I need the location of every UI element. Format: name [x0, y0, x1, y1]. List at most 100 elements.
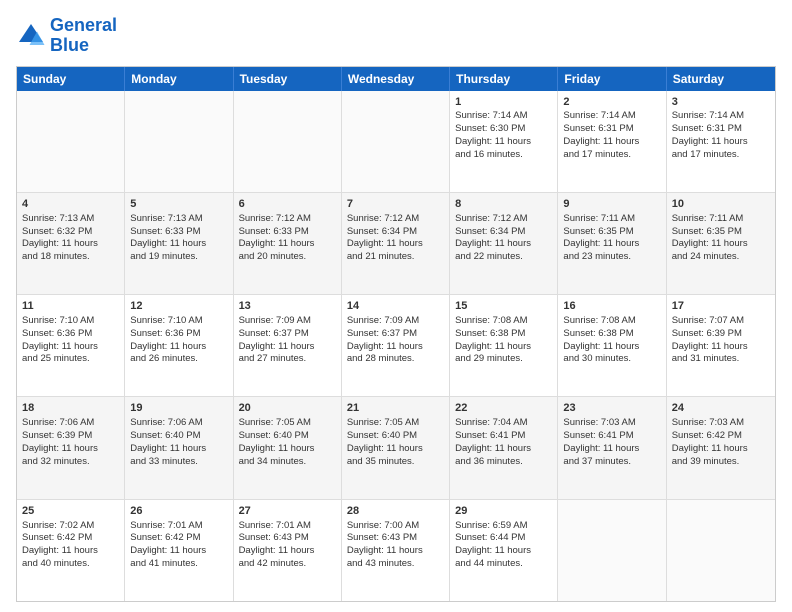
- day-info-line: Sunset: 6:38 PM: [563, 328, 660, 341]
- day-info-line: Sunset: 6:42 PM: [22, 532, 119, 545]
- day-number: 17: [672, 299, 770, 314]
- day-info-line: and 26 minutes.: [130, 353, 227, 366]
- day-info-line: Daylight: 11 hours: [239, 238, 336, 251]
- day-number: 28: [347, 504, 444, 519]
- day-info-line: Sunrise: 7:14 AM: [455, 110, 552, 123]
- day-info-line: Sunrise: 7:12 AM: [347, 213, 444, 226]
- day-info-line: and 28 minutes.: [347, 353, 444, 366]
- calendar-day-cell: 27Sunrise: 7:01 AMSunset: 6:43 PMDayligh…: [234, 500, 342, 601]
- day-info-line: Sunrise: 7:09 AM: [239, 315, 336, 328]
- day-info-line: Daylight: 11 hours: [563, 341, 660, 354]
- calendar-day-cell: 16Sunrise: 7:08 AMSunset: 6:38 PMDayligh…: [558, 295, 666, 396]
- day-info-line: Sunrise: 7:12 AM: [239, 213, 336, 226]
- day-info-line: and 30 minutes.: [563, 353, 660, 366]
- weekday-header: Wednesday: [342, 67, 450, 91]
- weekday-header: Thursday: [450, 67, 558, 91]
- day-info-line: and 25 minutes.: [22, 353, 119, 366]
- day-info-line: and 41 minutes.: [130, 558, 227, 571]
- day-info-line: and 24 minutes.: [672, 251, 770, 264]
- day-info-line: Sunrise: 7:14 AM: [563, 110, 660, 123]
- calendar-day-cell: 20Sunrise: 7:05 AMSunset: 6:40 PMDayligh…: [234, 397, 342, 498]
- day-info-line: Daylight: 11 hours: [22, 238, 119, 251]
- calendar-day-cell: 21Sunrise: 7:05 AMSunset: 6:40 PMDayligh…: [342, 397, 450, 498]
- day-number: 2: [563, 95, 660, 110]
- day-info-line: and 36 minutes.: [455, 456, 552, 469]
- day-info-line: Sunrise: 7:01 AM: [239, 520, 336, 533]
- day-number: 7: [347, 197, 444, 212]
- day-number: 9: [563, 197, 660, 212]
- day-info-line: and 44 minutes.: [455, 558, 552, 571]
- day-info-line: and 23 minutes.: [563, 251, 660, 264]
- day-number: 6: [239, 197, 336, 212]
- day-info-line: and 20 minutes.: [239, 251, 336, 264]
- day-number: 11: [22, 299, 119, 314]
- day-info-line: Sunset: 6:37 PM: [239, 328, 336, 341]
- day-info-line: Sunrise: 7:11 AM: [672, 213, 770, 226]
- day-info-line: and 27 minutes.: [239, 353, 336, 366]
- day-info-line: and 42 minutes.: [239, 558, 336, 571]
- day-info-line: Sunset: 6:39 PM: [22, 430, 119, 443]
- day-number: 14: [347, 299, 444, 314]
- calendar-day-cell: 5Sunrise: 7:13 AMSunset: 6:33 PMDaylight…: [125, 193, 233, 294]
- calendar-day-cell: 14Sunrise: 7:09 AMSunset: 6:37 PMDayligh…: [342, 295, 450, 396]
- day-info-line: Sunrise: 7:08 AM: [563, 315, 660, 328]
- day-info-line: Daylight: 11 hours: [130, 341, 227, 354]
- calendar-day-cell: 12Sunrise: 7:10 AMSunset: 6:36 PMDayligh…: [125, 295, 233, 396]
- day-info-line: Daylight: 11 hours: [455, 341, 552, 354]
- day-info-line: Sunrise: 7:05 AM: [347, 417, 444, 430]
- calendar-day-cell: 25Sunrise: 7:02 AMSunset: 6:42 PMDayligh…: [17, 500, 125, 601]
- weekday-header: Tuesday: [234, 67, 342, 91]
- day-number: 29: [455, 504, 552, 519]
- day-number: 1: [455, 95, 552, 110]
- day-info-line: Sunset: 6:38 PM: [455, 328, 552, 341]
- day-info-line: Sunrise: 7:05 AM: [239, 417, 336, 430]
- day-info-line: Sunset: 6:35 PM: [563, 226, 660, 239]
- day-info-line: and 22 minutes.: [455, 251, 552, 264]
- header: General Blue: [16, 16, 776, 56]
- calendar-empty-cell: [17, 91, 125, 192]
- day-info-line: Sunrise: 7:02 AM: [22, 520, 119, 533]
- day-info-line: Sunrise: 7:04 AM: [455, 417, 552, 430]
- calendar-day-cell: 23Sunrise: 7:03 AMSunset: 6:41 PMDayligh…: [558, 397, 666, 498]
- day-info-line: Sunrise: 7:00 AM: [347, 520, 444, 533]
- calendar-week-row: 18Sunrise: 7:06 AMSunset: 6:39 PMDayligh…: [17, 397, 775, 499]
- calendar-day-cell: 4Sunrise: 7:13 AMSunset: 6:32 PMDaylight…: [17, 193, 125, 294]
- calendar-empty-cell: [234, 91, 342, 192]
- calendar-day-cell: 19Sunrise: 7:06 AMSunset: 6:40 PMDayligh…: [125, 397, 233, 498]
- calendar-day-cell: 1Sunrise: 7:14 AMSunset: 6:30 PMDaylight…: [450, 91, 558, 192]
- calendar-empty-cell: [342, 91, 450, 192]
- day-info-line: Sunset: 6:44 PM: [455, 532, 552, 545]
- day-info-line: and 40 minutes.: [22, 558, 119, 571]
- day-info-line: Sunrise: 7:13 AM: [22, 213, 119, 226]
- day-info-line: Daylight: 11 hours: [22, 443, 119, 456]
- day-info-line: Daylight: 11 hours: [672, 341, 770, 354]
- calendar-day-cell: 6Sunrise: 7:12 AMSunset: 6:33 PMDaylight…: [234, 193, 342, 294]
- day-info-line: and 31 minutes.: [672, 353, 770, 366]
- day-info-line: Sunrise: 7:06 AM: [130, 417, 227, 430]
- logo-icon: [16, 21, 46, 51]
- day-info-line: Sunset: 6:32 PM: [22, 226, 119, 239]
- day-info-line: Sunset: 6:40 PM: [239, 430, 336, 443]
- day-info-line: Daylight: 11 hours: [672, 443, 770, 456]
- day-info-line: Sunset: 6:37 PM: [347, 328, 444, 341]
- day-info-line: and 17 minutes.: [672, 149, 770, 162]
- day-info-line: and 39 minutes.: [672, 456, 770, 469]
- page: General Blue SundayMondayTuesdayWednesda…: [0, 0, 792, 612]
- day-info-line: Daylight: 11 hours: [130, 238, 227, 251]
- day-number: 21: [347, 401, 444, 416]
- day-number: 23: [563, 401, 660, 416]
- day-info-line: Sunset: 6:31 PM: [563, 123, 660, 136]
- day-info-line: Daylight: 11 hours: [455, 545, 552, 558]
- day-info-line: and 43 minutes.: [347, 558, 444, 571]
- day-info-line: Sunset: 6:40 PM: [347, 430, 444, 443]
- day-info-line: Daylight: 11 hours: [239, 545, 336, 558]
- weekday-header: Friday: [558, 67, 666, 91]
- calendar-week-row: 1Sunrise: 7:14 AMSunset: 6:30 PMDaylight…: [17, 91, 775, 193]
- day-info-line: Sunset: 6:33 PM: [239, 226, 336, 239]
- day-info-line: and 34 minutes.: [239, 456, 336, 469]
- day-number: 13: [239, 299, 336, 314]
- day-info-line: Sunrise: 7:10 AM: [130, 315, 227, 328]
- calendar-day-cell: 3Sunrise: 7:14 AMSunset: 6:31 PMDaylight…: [667, 91, 775, 192]
- day-number: 20: [239, 401, 336, 416]
- day-number: 8: [455, 197, 552, 212]
